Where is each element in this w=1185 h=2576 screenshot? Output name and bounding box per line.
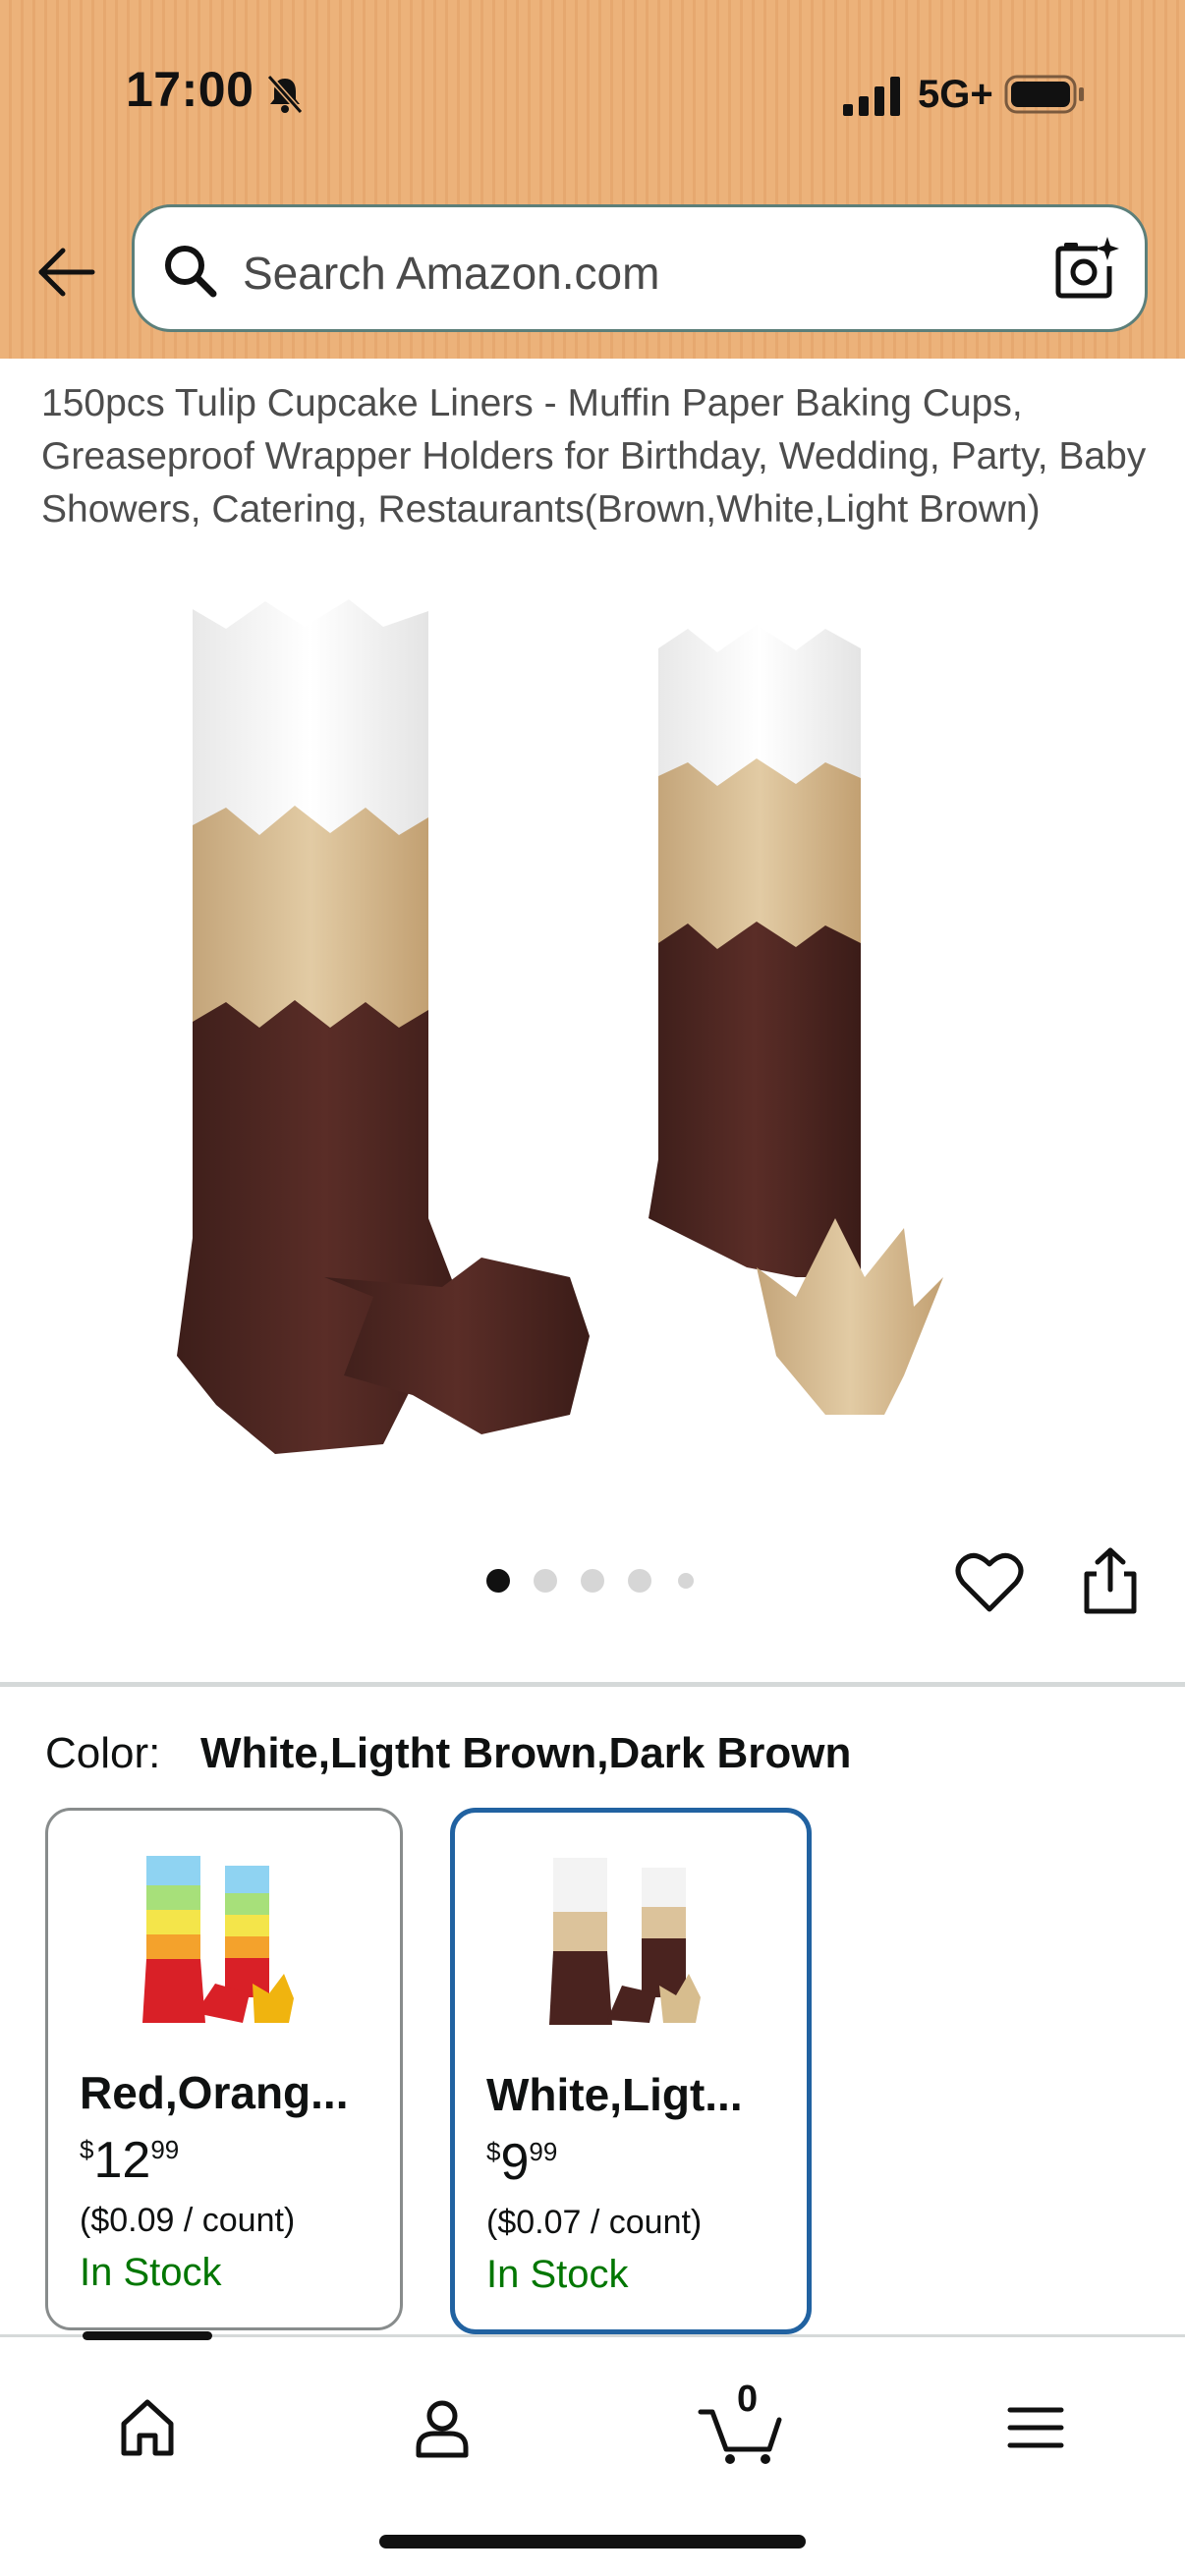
home-icon[interactable] [116,2396,179,2459]
network-label: 5G+ [918,73,993,116]
price-fraction: 99 [529,2137,558,2166]
product-image[interactable] [157,589,1042,1474]
product-title: 150pcs Tulip Cupcake Liners - Muffin Pap… [41,382,1147,531]
nav-cart[interactable]: 0 [692,2379,790,2477]
price-whole: 12 [93,2132,151,2189]
option-stock-status: In Stock [486,2253,629,2296]
option-unit-price: ($0.07 / count) [486,2204,703,2241]
image-pagination-dots[interactable] [481,1564,727,1597]
option-name: Red,Orang... [80,2067,349,2118]
price-fraction: 99 [150,2135,180,2164]
search-input[interactable]: Search Amazon.com [132,204,1148,332]
battery-icon [1004,75,1084,114]
pagination-dot[interactable] [534,1569,557,1593]
nav-account[interactable] [393,2379,491,2477]
swatch-thumbnail [142,1856,294,2023]
search-placeholder: Search Amazon.com [243,248,660,299]
color-option-white-light-brown[interactable]: White,Ligt... $999 ($0.07 / count) In St… [450,1808,812,2334]
price-symbol: $ [486,2137,501,2166]
nav-active-indicator [83,2331,212,2340]
price-whole: 9 [500,2134,530,2191]
option-price: $1299 [80,2131,179,2190]
account-icon[interactable] [411,2396,474,2459]
pagination-dot[interactable] [678,1573,694,1589]
pagination-dot-active[interactable] [486,1569,510,1593]
cart-count: 0 [737,2379,759,2420]
nav-menu[interactable] [987,2379,1085,2477]
search-icon[interactable] [160,241,219,300]
status-time: 17:00 [126,62,254,117]
color-label: Color: [45,1729,161,1777]
header: 17:00 5G+ Search Amazon.com [0,0,1185,359]
option-price: $999 [486,2133,557,2192]
share-icon[interactable] [1081,1546,1140,1615]
pagination-dot[interactable] [581,1569,604,1593]
option-stock-status: In Stock [80,2251,222,2294]
option-name: White,Ligt... [486,2069,743,2120]
price-symbol: $ [80,2135,94,2164]
pagination-dot[interactable] [628,1569,651,1593]
back-arrow-icon[interactable] [33,240,98,305]
color-selected-value: White,Ligtht Brown,Dark Brown [200,1729,852,1777]
section-divider [0,1682,1185,1687]
menu-icon[interactable] [1004,2396,1067,2459]
bell-muted-icon [266,75,304,114]
signal-icon [843,77,900,116]
camera-search-icon[interactable] [1052,235,1119,302]
option-unit-price: ($0.09 / count) [80,2202,296,2239]
heart-icon[interactable] [955,1550,1024,1615]
home-indicator [379,2535,806,2548]
nav-home[interactable] [98,2379,197,2477]
swatch-thumbnail [549,1858,701,2025]
color-option-red-orange[interactable]: Red,Orang... $1299 ($0.09 / count) In St… [45,1808,403,2330]
